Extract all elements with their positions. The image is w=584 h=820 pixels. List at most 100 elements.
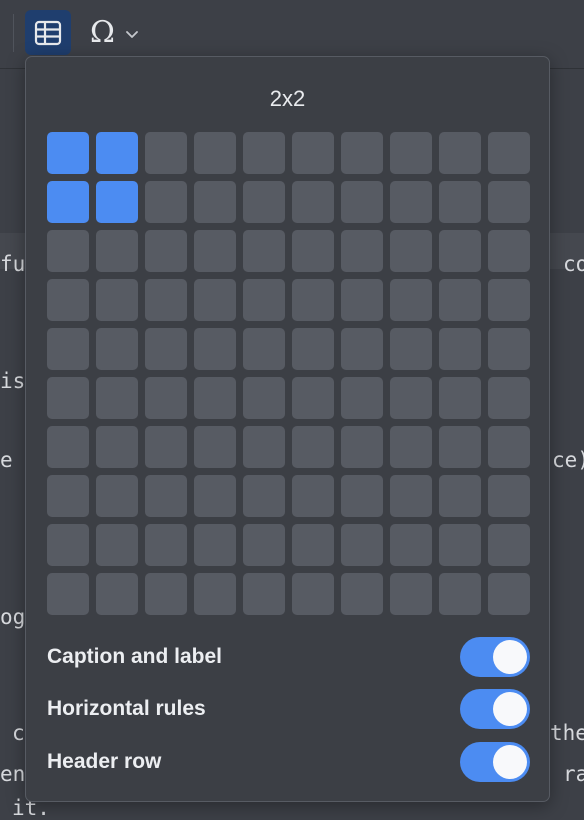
grid-cell[interactable] [390, 279, 432, 321]
grid-cell[interactable] [194, 181, 236, 223]
grid-cell[interactable] [47, 181, 89, 223]
grid-cell[interactable] [439, 181, 481, 223]
grid-cell[interactable] [439, 573, 481, 615]
table-size-grid[interactable] [47, 132, 530, 615]
grid-cell[interactable] [390, 328, 432, 370]
grid-cell[interactable] [488, 279, 530, 321]
grid-cell[interactable] [47, 524, 89, 566]
grid-cell[interactable] [488, 230, 530, 272]
grid-cell[interactable] [292, 279, 334, 321]
header-row-toggle[interactable] [460, 742, 530, 782]
grid-cell[interactable] [243, 328, 285, 370]
grid-cell[interactable] [390, 377, 432, 419]
grid-cell[interactable] [145, 475, 187, 517]
grid-cell[interactable] [47, 328, 89, 370]
grid-cell[interactable] [292, 524, 334, 566]
grid-cell[interactable] [47, 573, 89, 615]
grid-cell[interactable] [194, 377, 236, 419]
caption-and-label-toggle[interactable] [460, 637, 530, 677]
horizontal-rules-toggle[interactable] [460, 689, 530, 729]
grid-cell[interactable] [439, 230, 481, 272]
grid-cell[interactable] [439, 524, 481, 566]
grid-cell[interactable] [390, 132, 432, 174]
grid-cell[interactable] [47, 132, 89, 174]
grid-cell[interactable] [390, 230, 432, 272]
grid-cell[interactable] [194, 132, 236, 174]
grid-cell[interactable] [47, 426, 89, 468]
grid-cell[interactable] [243, 524, 285, 566]
grid-cell[interactable] [488, 573, 530, 615]
grid-cell[interactable] [96, 573, 138, 615]
grid-cell[interactable] [145, 279, 187, 321]
grid-cell[interactable] [439, 132, 481, 174]
grid-cell[interactable] [96, 426, 138, 468]
grid-cell[interactable] [292, 328, 334, 370]
grid-cell[interactable] [96, 524, 138, 566]
grid-cell[interactable] [341, 573, 383, 615]
grid-cell[interactable] [47, 279, 89, 321]
grid-cell[interactable] [439, 279, 481, 321]
grid-cell[interactable] [194, 573, 236, 615]
grid-cell[interactable] [439, 426, 481, 468]
grid-cell[interactable] [390, 475, 432, 517]
grid-cell[interactable] [243, 279, 285, 321]
grid-cell[interactable] [243, 377, 285, 419]
grid-cell[interactable] [341, 524, 383, 566]
grid-cell[interactable] [96, 328, 138, 370]
grid-cell[interactable] [439, 328, 481, 370]
grid-cell[interactable] [341, 230, 383, 272]
grid-cell[interactable] [488, 181, 530, 223]
grid-cell[interactable] [390, 573, 432, 615]
grid-cell[interactable] [292, 132, 334, 174]
grid-cell[interactable] [194, 230, 236, 272]
grid-cell[interactable] [292, 426, 334, 468]
grid-cell[interactable] [243, 132, 285, 174]
grid-cell[interactable] [341, 475, 383, 517]
grid-cell[interactable] [145, 524, 187, 566]
grid-cell[interactable] [341, 279, 383, 321]
insert-special-character-button[interactable]: Ω [88, 12, 150, 54]
grid-cell[interactable] [390, 426, 432, 468]
grid-cell[interactable] [243, 230, 285, 272]
grid-cell[interactable] [47, 377, 89, 419]
grid-cell[interactable] [145, 377, 187, 419]
grid-cell[interactable] [439, 377, 481, 419]
grid-cell[interactable] [194, 475, 236, 517]
grid-cell[interactable] [47, 475, 89, 517]
grid-cell[interactable] [292, 573, 334, 615]
insert-table-button[interactable] [25, 10, 71, 55]
grid-cell[interactable] [96, 377, 138, 419]
grid-cell[interactable] [292, 475, 334, 517]
grid-cell[interactable] [341, 328, 383, 370]
grid-cell[interactable] [341, 181, 383, 223]
grid-cell[interactable] [341, 426, 383, 468]
grid-cell[interactable] [341, 132, 383, 174]
grid-cell[interactable] [194, 328, 236, 370]
grid-cell[interactable] [96, 230, 138, 272]
grid-cell[interactable] [194, 279, 236, 321]
grid-cell[interactable] [96, 279, 138, 321]
grid-cell[interactable] [145, 181, 187, 223]
grid-cell[interactable] [390, 524, 432, 566]
grid-cell[interactable] [194, 426, 236, 468]
grid-cell[interactable] [488, 524, 530, 566]
grid-cell[interactable] [488, 132, 530, 174]
grid-cell[interactable] [488, 328, 530, 370]
grid-cell[interactable] [243, 475, 285, 517]
grid-cell[interactable] [145, 230, 187, 272]
grid-cell[interactable] [96, 132, 138, 174]
grid-cell[interactable] [243, 426, 285, 468]
grid-cell[interactable] [292, 377, 334, 419]
grid-cell[interactable] [96, 181, 138, 223]
grid-cell[interactable] [145, 573, 187, 615]
grid-cell[interactable] [292, 181, 334, 223]
grid-cell[interactable] [488, 426, 530, 468]
grid-cell[interactable] [292, 230, 334, 272]
grid-cell[interactable] [488, 377, 530, 419]
grid-cell[interactable] [488, 475, 530, 517]
grid-cell[interactable] [390, 181, 432, 223]
grid-cell[interactable] [145, 328, 187, 370]
grid-cell[interactable] [194, 524, 236, 566]
grid-cell[interactable] [243, 573, 285, 615]
grid-cell[interactable] [145, 132, 187, 174]
